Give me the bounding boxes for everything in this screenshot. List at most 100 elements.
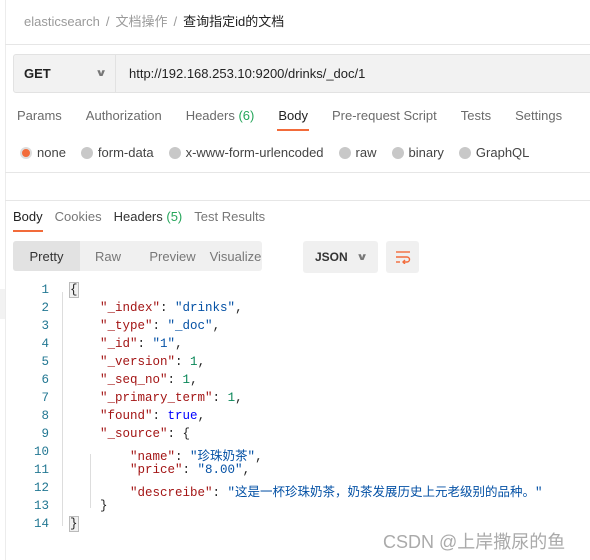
tab-label: Cookies <box>54 209 102 224</box>
code-token: "_doc" <box>167 319 213 333</box>
tab-count: (6) <box>238 108 255 123</box>
response-tab-headers[interactable]: Headers (5) <box>114 209 183 232</box>
format-select[interactable]: JSON ∨ <box>303 241 378 273</box>
radio-label: form-data <box>97 145 154 160</box>
view-mode-pretty[interactable]: Pretty <box>13 241 80 271</box>
code-token: "found" <box>100 409 153 423</box>
line-number: 2 <box>41 301 49 315</box>
code-line: } <box>69 516 79 532</box>
code-token: , <box>235 391 243 405</box>
line-number: 9 <box>41 427 49 441</box>
view-mode-visualize[interactable]: Visualize <box>209 241 262 271</box>
code-token: } <box>69 516 79 532</box>
code-token: : <box>212 391 228 405</box>
line-number: 11 <box>33 463 49 477</box>
radio-label: none <box>37 145 66 160</box>
radio-button-icon <box>391 146 404 159</box>
line-number: 8 <box>41 409 49 423</box>
code-token: , <box>175 337 183 351</box>
line-number: 13 <box>33 499 49 513</box>
tab-authorization[interactable]: Authorization <box>86 108 162 131</box>
radio-label: x-www-form-urlencoded <box>185 145 324 160</box>
request-bar: GET ∨ http://192.168.253.10:9200/drinks/_… <box>13 54 590 93</box>
tab-label: Params <box>17 108 62 123</box>
code-token: : <box>182 463 198 477</box>
radio-form-data[interactable]: form-data <box>80 145 154 160</box>
line-number: 6 <box>41 373 49 387</box>
method-select[interactable]: GET ∨ <box>14 55 116 92</box>
radio-label: GraphQL <box>475 145 530 160</box>
response-tab-body[interactable]: Body <box>13 209 43 232</box>
code-token: , <box>190 373 198 387</box>
code-token: "这是一杯珍珠奶茶，奶茶发展历史上元老级别的品种。" <box>227 486 543 500</box>
breadcrumb-current: 查询指定id的文档 <box>183 14 285 29</box>
format-label: JSON <box>315 250 348 264</box>
code-token: "name" <box>130 450 176 464</box>
code-token: "_type" <box>100 319 153 333</box>
line-number: 10 <box>33 445 49 459</box>
code-token: , <box>197 355 206 369</box>
radio-none[interactable]: none <box>20 145 66 160</box>
code-token: , <box>242 463 251 477</box>
tab-tests[interactable]: Tests <box>461 108 491 131</box>
radio-x-www-form-urlencoded[interactable]: x-www-form-urlencoded <box>168 145 324 160</box>
tab-params[interactable]: Params <box>17 108 62 131</box>
radio-binary[interactable]: binary <box>391 145 444 160</box>
code-token: 1 <box>182 373 191 387</box>
wrap-lines-button[interactable] <box>386 241 419 273</box>
code-line: "_source": { <box>70 427 190 441</box>
code-line: "_id": "1", <box>70 337 183 351</box>
code-token: "8.00" <box>197 463 243 477</box>
code-token: : <box>212 486 228 500</box>
radio-GraphQL[interactable]: GraphQL <box>458 145 530 160</box>
request-tabs: Params Authorization Headers (6) Body Pre-re… <box>17 108 586 131</box>
code-token: , <box>255 450 263 464</box>
tab-pre-request-script[interactable]: Pre-request Script <box>332 108 437 131</box>
breadcrumb-sep: / <box>105 14 110 29</box>
code-line: "_index": "drinks", <box>70 301 243 315</box>
code-token: : <box>160 301 176 315</box>
view-mode-preview[interactable]: Preview <box>136 241 209 271</box>
code-token: : { <box>167 427 191 441</box>
radio-raw[interactable]: raw <box>338 145 377 160</box>
breadcrumb-item[interactable]: elasticsearch <box>24 14 100 29</box>
breadcrumb-item[interactable]: 文档操作 <box>116 14 168 29</box>
watermark: CSDN @上岸撒尿的鱼 <box>383 532 566 552</box>
response-tab-test-results[interactable]: Test Results <box>194 209 265 232</box>
code-line: "descreibe": "这是一杯珍珠奶茶，奶茶发展历史上元老级别的品种。" <box>70 481 543 500</box>
code-line: "found": true, <box>70 409 205 423</box>
radio-button-icon <box>80 146 93 159</box>
code-token: , <box>197 409 206 423</box>
code-token: "_primary_term" <box>100 391 213 405</box>
url-input[interactable]: http://192.168.253.10:9200/drinks/_doc/1 <box>116 66 365 81</box>
response-tab-cookies[interactable]: Cookies <box>55 209 102 232</box>
code-token: } <box>70 499 108 513</box>
line-number: 3 <box>41 319 49 333</box>
tab-headers[interactable]: Headers (6) <box>186 108 255 131</box>
tab-label: Tests <box>460 108 492 123</box>
tab-label: Headers <box>113 209 163 224</box>
code-token: : <box>175 450 191 464</box>
tab-label: Pre-request Script <box>331 108 437 123</box>
tab-settings[interactable]: Settings <box>515 108 562 131</box>
chevron-down-icon: ∨ <box>94 68 108 79</box>
tab-label: Headers <box>185 108 235 123</box>
view-mode-raw[interactable]: Raw <box>80 241 136 271</box>
code-token: , <box>212 319 221 333</box>
code-token: , <box>235 301 243 315</box>
line-number: 12 <box>33 481 49 495</box>
code-token: "_id" <box>100 337 138 351</box>
code-token: 1 <box>227 391 236 405</box>
tab-body[interactable]: Body <box>277 108 309 131</box>
response-tabs: Body Cookies Headers (5) Test Results <box>13 209 277 232</box>
radio-label: binary <box>408 145 444 160</box>
code-token: "珍珠奶茶" <box>190 450 256 464</box>
code-token: true <box>167 409 198 423</box>
code-token: "drinks" <box>175 301 236 315</box>
